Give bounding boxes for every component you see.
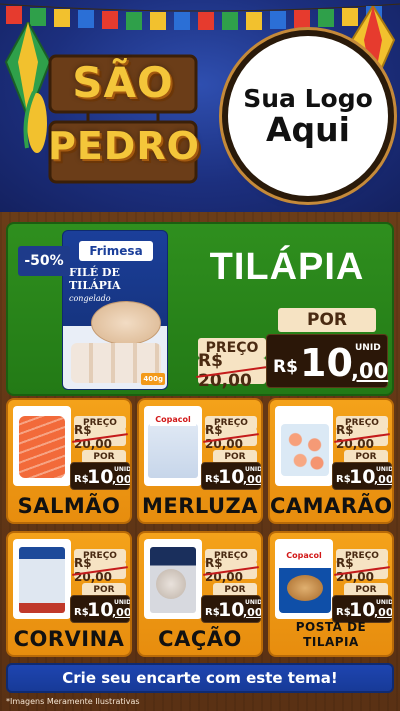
main-price-cents: ,00 bbox=[351, 359, 389, 383]
product-card-merluza[interactable]: Copacol PREÇO R$ 20,00 POR R$ 10,00 UNID M… bbox=[137, 398, 263, 524]
old-price: R$ 20,00 bbox=[205, 423, 257, 451]
bunting-decoration bbox=[0, 3, 400, 30]
merluza-image: Copacol bbox=[144, 406, 202, 486]
main-offer-title: TILÁPIA bbox=[209, 246, 365, 288]
product-name: CAÇÃO bbox=[158, 627, 242, 651]
logo-placeholder: Sua Logo Aqui bbox=[228, 36, 388, 196]
package-weight: 400g bbox=[141, 373, 165, 385]
main-por-label: POR bbox=[278, 308, 376, 332]
product-name: CORVINA bbox=[13, 627, 125, 651]
cacao-image bbox=[144, 539, 202, 619]
title-line-1: SÃO bbox=[72, 58, 174, 107]
cta-banner[interactable]: Crie seu encarte com este tema! bbox=[6, 663, 394, 693]
main-old-price: R$ 20,00 bbox=[198, 351, 266, 391]
new-price: R$ 10,00 UNID bbox=[332, 462, 392, 490]
old-price: R$ 20,00 bbox=[336, 556, 388, 584]
package-name: FILÉ DE TILÁPIA congelado bbox=[69, 266, 163, 305]
disclaimer-text: *Imagens Meramente Ilustrativas bbox=[6, 697, 140, 706]
new-price: R$ 10,00 UNID bbox=[70, 595, 130, 623]
festival-title: SÃO PEDRO bbox=[48, 48, 200, 198]
product-name: SALMÃO bbox=[17, 494, 121, 518]
corvina-image bbox=[13, 539, 71, 619]
title-line-2: PEDRO bbox=[48, 124, 200, 168]
product-card-corvina[interactable]: PREÇO R$ 20,00 POR R$ 10,00 UNID CORVINA bbox=[6, 531, 132, 657]
logo-text-line-2: Aqui bbox=[266, 110, 350, 150]
package-subtitle: congelado bbox=[69, 294, 111, 304]
old-price: R$ 20,00 bbox=[74, 556, 126, 584]
posta-brand: Copacol bbox=[286, 551, 322, 560]
product-name: CAMARÃO bbox=[270, 494, 393, 518]
product-name-line: POSTA DE TILAPIA bbox=[295, 620, 367, 649]
merluza-brand: Copacol bbox=[150, 412, 196, 426]
product-card-salmao[interactable]: PREÇO R$ 20,00 POR R$ 10,00 UNID SALMÃO bbox=[6, 398, 132, 524]
main-price-unit: UNID bbox=[355, 343, 381, 353]
product-card-posta-tilapia[interactable]: Copacol PREÇO R$ 20,00 POR R$ 10,00 UNID P… bbox=[268, 531, 394, 657]
product-card-cacao[interactable]: PREÇO R$ 20,00 POR R$ 10,00 UNID CAÇÃO bbox=[137, 531, 263, 657]
new-price: R$ 10,00 UNID bbox=[201, 462, 261, 490]
package-name-text: FILÉ DE TILÁPIA bbox=[69, 266, 121, 292]
festival-header: SÃO PEDRO Sua Logo Aqui bbox=[0, 0, 400, 212]
package-brand: Frimesa bbox=[79, 241, 153, 261]
fillet-image bbox=[91, 301, 161, 345]
new-price: R$ 10,00 UNID bbox=[70, 462, 130, 490]
discount-badge: -50% bbox=[18, 246, 70, 276]
product-name: MERLUZA bbox=[141, 494, 259, 518]
old-price: R$ 20,00 bbox=[74, 423, 126, 451]
tilapia-package-image: Frimesa FILÉ DE TILÁPIA congelado 400g bbox=[62, 230, 168, 390]
product-name: POSTA DE TILAPIA bbox=[270, 620, 392, 649]
main-new-price: R$ 10 ,00 UNID bbox=[266, 334, 388, 388]
posta-tilapia-image: Copacol bbox=[275, 539, 333, 619]
main-price-currency: R$ bbox=[273, 357, 298, 377]
salmon-image bbox=[13, 406, 71, 486]
product-card-camarao[interactable]: PREÇO R$ 20,00 POR R$ 10,00 UNID CAMARÃO bbox=[268, 398, 394, 524]
shrimp-image bbox=[275, 406, 333, 486]
new-price: R$ 10,00 UNID bbox=[332, 595, 392, 623]
new-price: R$ 10,00 UNID bbox=[201, 595, 261, 623]
old-price: R$ 20,00 bbox=[205, 556, 257, 584]
main-old-price-text: R$ 20,00 bbox=[198, 351, 266, 391]
main-price-integer: 10 bbox=[300, 341, 353, 385]
old-price: R$ 20,00 bbox=[336, 423, 388, 451]
logo-text-line-1: Sua Logo bbox=[243, 84, 373, 114]
